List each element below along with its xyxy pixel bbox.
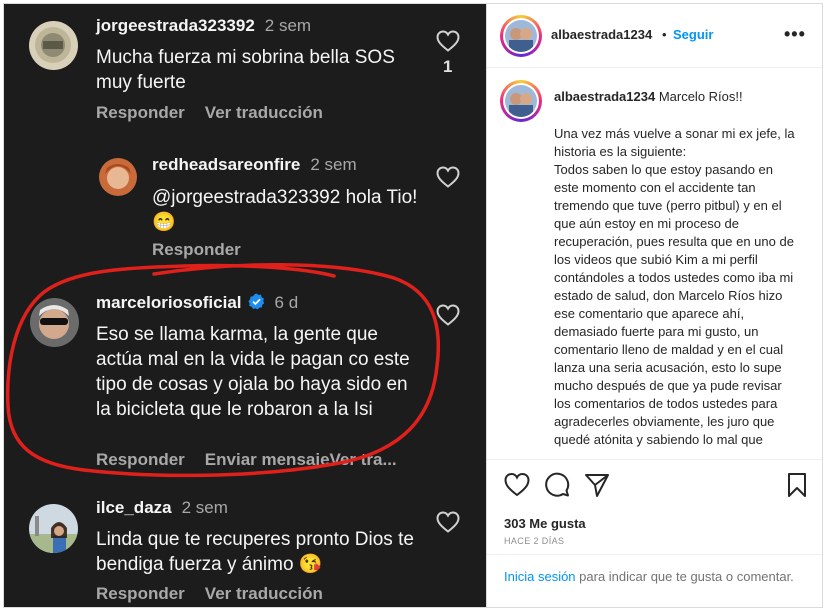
- comment-text: @jorgeestrada323392 hola Tio!😁: [152, 187, 418, 233]
- comment-username[interactable]: redheadsareonfire 2 sem: [152, 155, 357, 175]
- caption-body: Una vez más vuelve a sonar mi ex jefe, l…: [554, 126, 795, 447]
- send-message-button[interactable]: Enviar mensaje: [205, 450, 330, 469]
- comment-actions: Responder Enviar mensajeVer tra...: [96, 450, 417, 470]
- reply-button[interactable]: Responder: [96, 103, 185, 122]
- translate-button[interactable]: Ver tra...: [330, 450, 397, 469]
- post-timestamp: HACE 2 DÍAS: [504, 536, 565, 546]
- comment-actions: Responder Ver traducción: [96, 103, 343, 123]
- translate-button[interactable]: Ver traducción: [205, 103, 323, 122]
- follow-button[interactable]: Seguir: [673, 27, 713, 42]
- comment-text: Mucha fuerza mi sobrina bella SOS muy fu…: [96, 47, 395, 93]
- caption-title: Marcelo Ríos!!: [658, 89, 743, 104]
- avatar: [505, 20, 537, 52]
- comment-time: 2 sem: [264, 16, 312, 35]
- comments-screenshot: jorgeestrada323392 2 sem Mucha fuerza mi …: [4, 4, 486, 607]
- more-options-icon[interactable]: •••: [784, 24, 806, 45]
- comment-text: Linda que te recuperes pronto Dios te be…: [96, 529, 414, 575]
- login-link[interactable]: Inicia sesión: [504, 569, 576, 584]
- comment-username[interactable]: ilce_daza 2 sem: [96, 498, 228, 518]
- comment-actions: Responder Ver traducción: [96, 584, 343, 604]
- translate-button[interactable]: Ver traducción: [205, 584, 323, 603]
- login-rest: para indicar que te gusta o comentar.: [575, 569, 794, 584]
- post-username[interactable]: albaestrada1234: [551, 27, 652, 42]
- login-prompt: Inicia sesión para indicar que te gusta …: [487, 554, 822, 607]
- heart-icon[interactable]: [436, 304, 460, 326]
- comment-actions: Responder: [152, 240, 261, 260]
- post-header: albaestrada1234 • Seguir •••: [487, 4, 822, 68]
- avatar[interactable]: [99, 158, 137, 196]
- avatar-story-ring[interactable]: [500, 15, 542, 57]
- avatar[interactable]: [30, 298, 79, 347]
- post-sidebar: albaestrada1234 • Seguir ••• albaestrada…: [487, 4, 822, 607]
- reply-button[interactable]: Responder: [152, 240, 241, 259]
- share-plane-icon[interactable]: [584, 472, 610, 498]
- instagram-post-window: jorgeestrada323392 2 sem Mucha fuerza mi …: [3, 3, 823, 608]
- heart-icon[interactable]: [436, 511, 460, 533]
- avatar-story-ring[interactable]: [500, 80, 542, 122]
- avatar[interactable]: [29, 21, 78, 70]
- like-count: 1: [443, 57, 453, 76]
- caption-username[interactable]: albaestrada1234 Marcelo Ríos!!: [554, 89, 743, 104]
- separator-dot: •: [662, 27, 667, 42]
- comment-text: Eso se llama karma, la gente que actúa m…: [96, 324, 410, 420]
- comment-username[interactable]: marceloriosoficial 6 d: [96, 293, 298, 313]
- like-count[interactable]: 303 Me gusta: [504, 516, 586, 531]
- avatar: [505, 85, 537, 117]
- reply-button[interactable]: Responder: [96, 450, 185, 469]
- avatar[interactable]: [29, 504, 78, 553]
- comment-bubble-icon[interactable]: [544, 472, 570, 498]
- verified-badge-icon: [247, 293, 264, 310]
- login-text: Inicia sesión para indicar que te gusta …: [504, 568, 804, 586]
- comment-time: 6 d: [274, 293, 299, 312]
- heart-icon[interactable]: [504, 472, 530, 498]
- post-caption: albaestrada1234 Marcelo Ríos!! Una vez m…: [487, 69, 822, 459]
- comment-time: 2 sem: [310, 155, 357, 174]
- comment-username[interactable]: jorgeestrada323392 2 sem: [96, 16, 311, 36]
- comment-time: 2 sem: [181, 498, 228, 517]
- reply-button[interactable]: Responder: [96, 584, 185, 603]
- bookmark-icon[interactable]: [784, 472, 810, 498]
- heart-icon[interactable]: [436, 166, 460, 188]
- post-actions-footer: 303 Me gusta HACE 2 DÍAS Inicia sesión p…: [487, 459, 822, 607]
- heart-icon[interactable]: [436, 30, 460, 52]
